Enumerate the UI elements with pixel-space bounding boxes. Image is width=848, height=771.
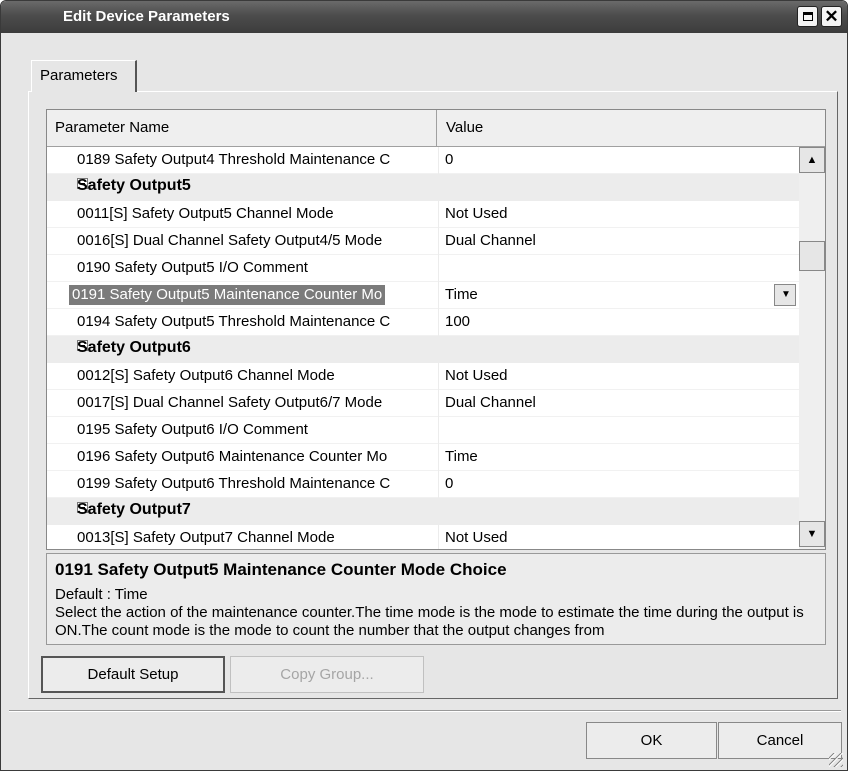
maximize-button[interactable] xyxy=(797,6,818,27)
parameter-name: 0191 Safety Output5 Maintenance Counter … xyxy=(69,285,386,305)
parameter-value[interactable]: Not Used xyxy=(445,529,508,546)
description-default: Default : Time xyxy=(55,586,148,603)
close-icon: ✕ xyxy=(824,7,839,26)
table-row[interactable]: 0189 Safety Output4 Threshold Maintenanc… xyxy=(47,147,799,174)
scroll-thumb[interactable] xyxy=(799,241,825,271)
parameter-name: 0016[S] Dual Channel Safety Output4/5 Mo… xyxy=(77,232,383,249)
parameter-name: 0190 Safety Output5 I/O Comment xyxy=(77,259,308,276)
description-title: 0191 Safety Output5 Maintenance Counter … xyxy=(55,560,507,579)
grid-header: Parameter Name Value xyxy=(47,110,825,147)
group-row[interactable]: Safety Output7 xyxy=(47,498,799,525)
grid-rows: 0189 Safety Output4 Threshold Maintenanc… xyxy=(47,147,799,549)
chevron-down-icon: ▼ xyxy=(781,289,791,300)
table-row[interactable]: 0196 Safety Output6 Maintenance Counter … xyxy=(47,444,799,471)
column-header-label: Parameter Name xyxy=(55,119,170,136)
arrow-down-icon: ▼ xyxy=(806,528,818,540)
parameter-value-select[interactable]: Time xyxy=(445,286,478,303)
column-header-label: Value xyxy=(446,119,484,136)
group-row[interactable]: Safety Output6 xyxy=(47,336,799,363)
parameter-name: 0013[S] Safety Output7 Channel Mode xyxy=(77,529,335,546)
resize-grip[interactable] xyxy=(829,753,843,767)
group-title: Safety Output7 xyxy=(77,501,191,518)
group-title: Safety Output5 xyxy=(77,177,191,194)
table-row[interactable]: 0190 Safety Output5 I/O Comment xyxy=(47,255,799,282)
ok-label: OK xyxy=(640,732,663,749)
parameter-name: 0011[S] Safety Output5 Channel Mode xyxy=(77,205,334,222)
parameter-name: 0199 Safety Output6 Threshold Maintenanc… xyxy=(77,475,391,492)
table-row[interactable]: 0013[S] Safety Output7 Channel Mode Not … xyxy=(47,525,799,549)
group-title: Safety Output6 xyxy=(77,339,191,356)
window-title: Edit Device Parameters xyxy=(63,8,230,25)
copy-group-label: Copy Group... xyxy=(280,666,374,683)
parameter-value[interactable]: Dual Channel xyxy=(445,232,536,249)
parameter-name: 0195 Safety Output6 I/O Comment xyxy=(77,421,308,438)
separator xyxy=(9,710,841,712)
scroll-up-button[interactable]: ▲ xyxy=(799,147,825,173)
parameter-name: 0196 Safety Output6 Maintenance Counter … xyxy=(77,448,388,465)
column-header-parameter-name[interactable]: Parameter Name xyxy=(47,110,437,146)
parameter-name: 0194 Safety Output5 Threshold Maintenanc… xyxy=(77,313,391,330)
parameter-name: 0189 Safety Output4 Threshold Maintenanc… xyxy=(77,151,391,168)
ok-button[interactable]: OK xyxy=(586,722,717,759)
tab-parameters-label: Parameters xyxy=(40,67,118,84)
scroll-down-button[interactable]: ▼ xyxy=(799,521,825,547)
column-header-value[interactable]: Value xyxy=(438,110,824,146)
cancel-label: Cancel xyxy=(756,732,804,749)
table-row[interactable]: 0195 Safety Output6 I/O Comment xyxy=(47,417,799,444)
copy-group-button[interactable]: Copy Group... xyxy=(230,656,424,693)
parameter-value[interactable]: Dual Channel xyxy=(445,394,536,411)
parameter-value[interactable]: Time xyxy=(445,448,478,465)
parameter-value[interactable]: 0 xyxy=(445,151,453,168)
table-row[interactable]: 0194 Safety Output5 Threshold Maintenanc… xyxy=(47,309,799,336)
table-row[interactable]: 0012[S] Safety Output6 Channel Mode Not … xyxy=(47,363,799,390)
table-row-selected[interactable]: 0191 Safety Output5 Maintenance Counter … xyxy=(47,282,799,309)
table-row[interactable]: 0017[S] Dual Channel Safety Output6/7 Mo… xyxy=(47,390,799,417)
parameter-name: 0017[S] Dual Channel Safety Output6/7 Mo… xyxy=(77,394,383,411)
parameter-grid: Parameter Name Value 0189 Safety Output4… xyxy=(46,109,826,550)
tab-parameters[interactable]: Parameters xyxy=(31,60,137,92)
group-row[interactable]: Safety Output5 xyxy=(47,174,799,201)
maximize-icon xyxy=(802,12,813,21)
dropdown-button[interactable]: ▼ xyxy=(774,284,796,306)
parameter-name: 0012[S] Safety Output6 Channel Mode xyxy=(77,367,335,384)
cancel-button[interactable]: Cancel xyxy=(718,722,842,759)
table-row[interactable]: 0199 Safety Output6 Threshold Maintenanc… xyxy=(47,471,799,498)
parameter-value[interactable]: Not Used xyxy=(445,367,508,384)
description-text: Select the action of the maintenance cou… xyxy=(55,604,804,639)
table-row[interactable]: 0011[S] Safety Output5 Channel Mode Not … xyxy=(47,201,799,228)
table-row[interactable]: 0016[S] Dual Channel Safety Output4/5 Mo… xyxy=(47,228,799,255)
parameter-value[interactable]: 100 xyxy=(445,313,470,330)
parameter-value[interactable]: Not Used xyxy=(445,205,508,222)
parameter-value[interactable]: 0 xyxy=(445,475,453,492)
title-bar: Edit Device Parameters ✕ xyxy=(1,1,847,33)
default-setup-button[interactable]: Default Setup xyxy=(41,656,225,693)
description-panel: 0191 Safety Output5 Maintenance Counter … xyxy=(46,553,826,645)
default-setup-label: Default Setup xyxy=(87,666,179,683)
close-button[interactable]: ✕ xyxy=(821,6,842,27)
vertical-scrollbar[interactable]: ▲ ▼ xyxy=(799,147,825,549)
arrow-up-icon: ▲ xyxy=(806,154,818,166)
edit-device-parameters-dialog: Edit Device Parameters ✕ Parameters Para… xyxy=(0,0,848,771)
